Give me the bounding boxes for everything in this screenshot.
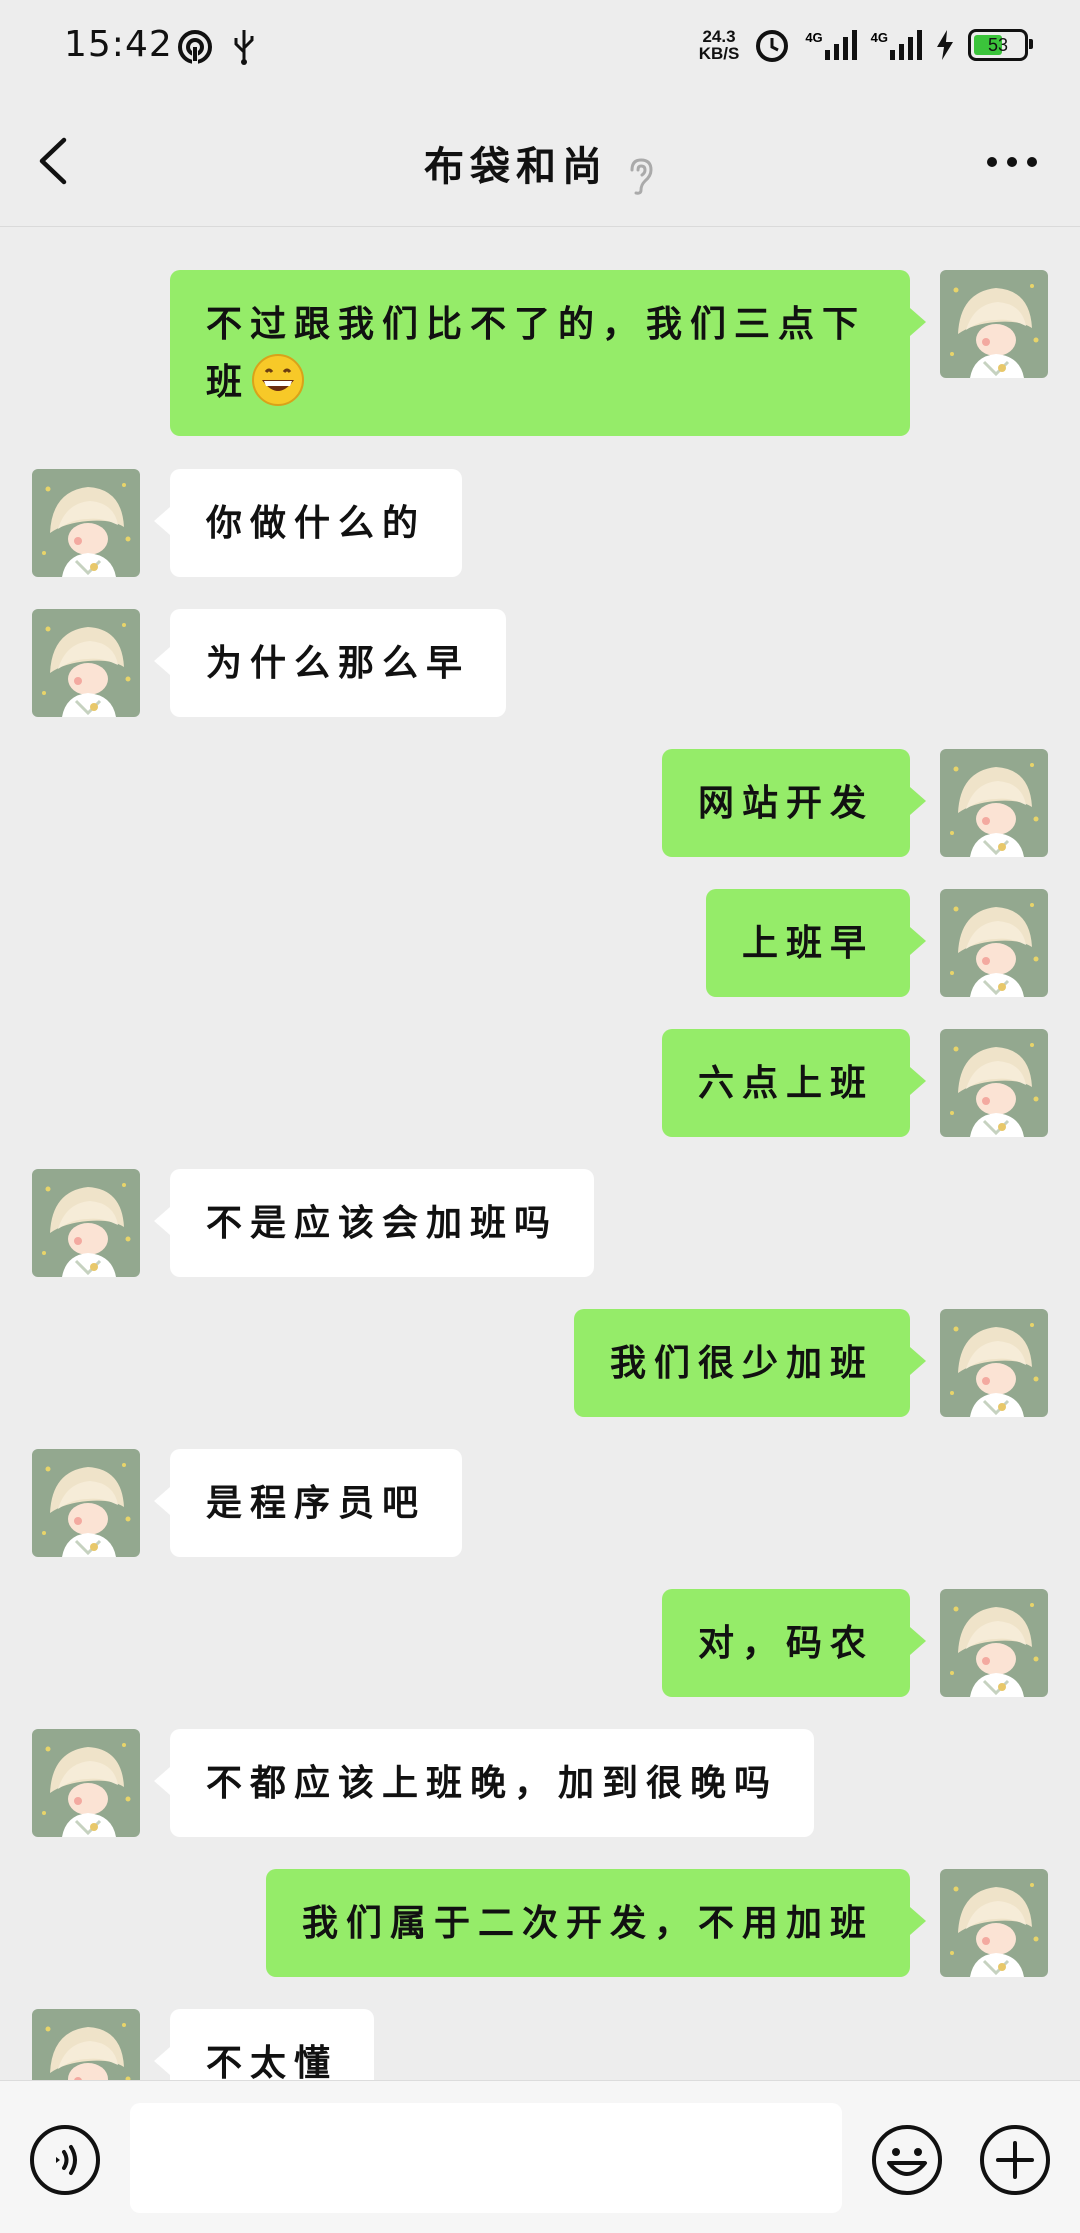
message-bubble[interactable]: 不过跟我们比不了的，我们三点下班 [170, 270, 926, 436]
message-bubble[interactable]: 我们属于二次开发，不用加班 [265, 1869, 927, 1977]
avatar[interactable] [940, 1869, 1048, 1977]
signal-2: 4G [871, 30, 922, 60]
input-bar [0, 2080, 1080, 2233]
emoji-icon[interactable] [870, 2123, 944, 2197]
avatar[interactable] [32, 2009, 140, 2080]
avatar[interactable] [32, 469, 140, 577]
avatar[interactable] [940, 270, 1048, 378]
message-bubble[interactable]: 网站开发 [661, 749, 927, 857]
network-speed: 24.3 KB/S [698, 27, 740, 63]
voice-icon[interactable] [28, 2123, 102, 2197]
message-bubble[interactable]: 不是应该会加班吗 [153, 1169, 595, 1277]
avatar[interactable] [32, 1449, 140, 1557]
net-type-2: 4G [870, 30, 888, 45]
signal-1: 4G [805, 30, 857, 60]
net-type-1: 4G [805, 30, 823, 45]
status-time: 15:42 [64, 24, 173, 65]
hotspot-icon [178, 30, 212, 64]
avatar[interactable] [32, 609, 140, 717]
chat-title: 布袋和尚 [424, 143, 608, 190]
avatar[interactable] [940, 1589, 1048, 1697]
message-bubble[interactable]: 为什么那么早 [153, 609, 507, 717]
usb-icon [234, 30, 254, 65]
earpiece-icon [630, 157, 653, 195]
battery-level: 53 [987, 34, 1009, 55]
avatar[interactable] [940, 749, 1048, 857]
status-bar: 15:42 24.3 KB/S 4G 4G 53 [0, 0, 1080, 96]
message-bubble[interactable]: 上班早 [705, 889, 927, 997]
message-bubble[interactable]: 对，码农 [661, 1589, 927, 1697]
more-icon[interactable] [984, 152, 1040, 172]
avatar[interactable] [940, 1029, 1048, 1137]
avatar[interactable] [940, 889, 1048, 997]
chat-header: 布袋和尚 [0, 96, 1080, 227]
avatar[interactable] [32, 1729, 140, 1837]
message-bubble[interactable]: 六点上班 [661, 1029, 927, 1137]
message-input[interactable] [130, 2103, 842, 2213]
alarm-icon [756, 30, 789, 62]
battery-icon: 53 [968, 29, 1033, 61]
avatar[interactable] [940, 1309, 1048, 1417]
avatar[interactable] [32, 1169, 140, 1277]
message-bubble[interactable]: 是程序员吧 [153, 1449, 463, 1557]
signal-icon [890, 30, 922, 60]
chat-message-list[interactable]: 不过跟我们比不了的，我们三点下班 你做什么的 为什么那么早 网站开发 上班早 六… [0, 226, 1080, 2080]
charging-icon [937, 30, 953, 60]
message-bubble[interactable]: 你做什么的 [153, 469, 463, 577]
message-bubble[interactable]: 不太懂 [153, 2009, 375, 2080]
plus-icon[interactable] [978, 2123, 1052, 2197]
signal-icon [824, 30, 857, 60]
message-bubble[interactable]: 不都应该上班晚，加到很晚吗 [153, 1729, 815, 1837]
grinning-face-emoji [252, 354, 305, 406]
message-bubble[interactable]: 我们很少加班 [573, 1309, 927, 1417]
